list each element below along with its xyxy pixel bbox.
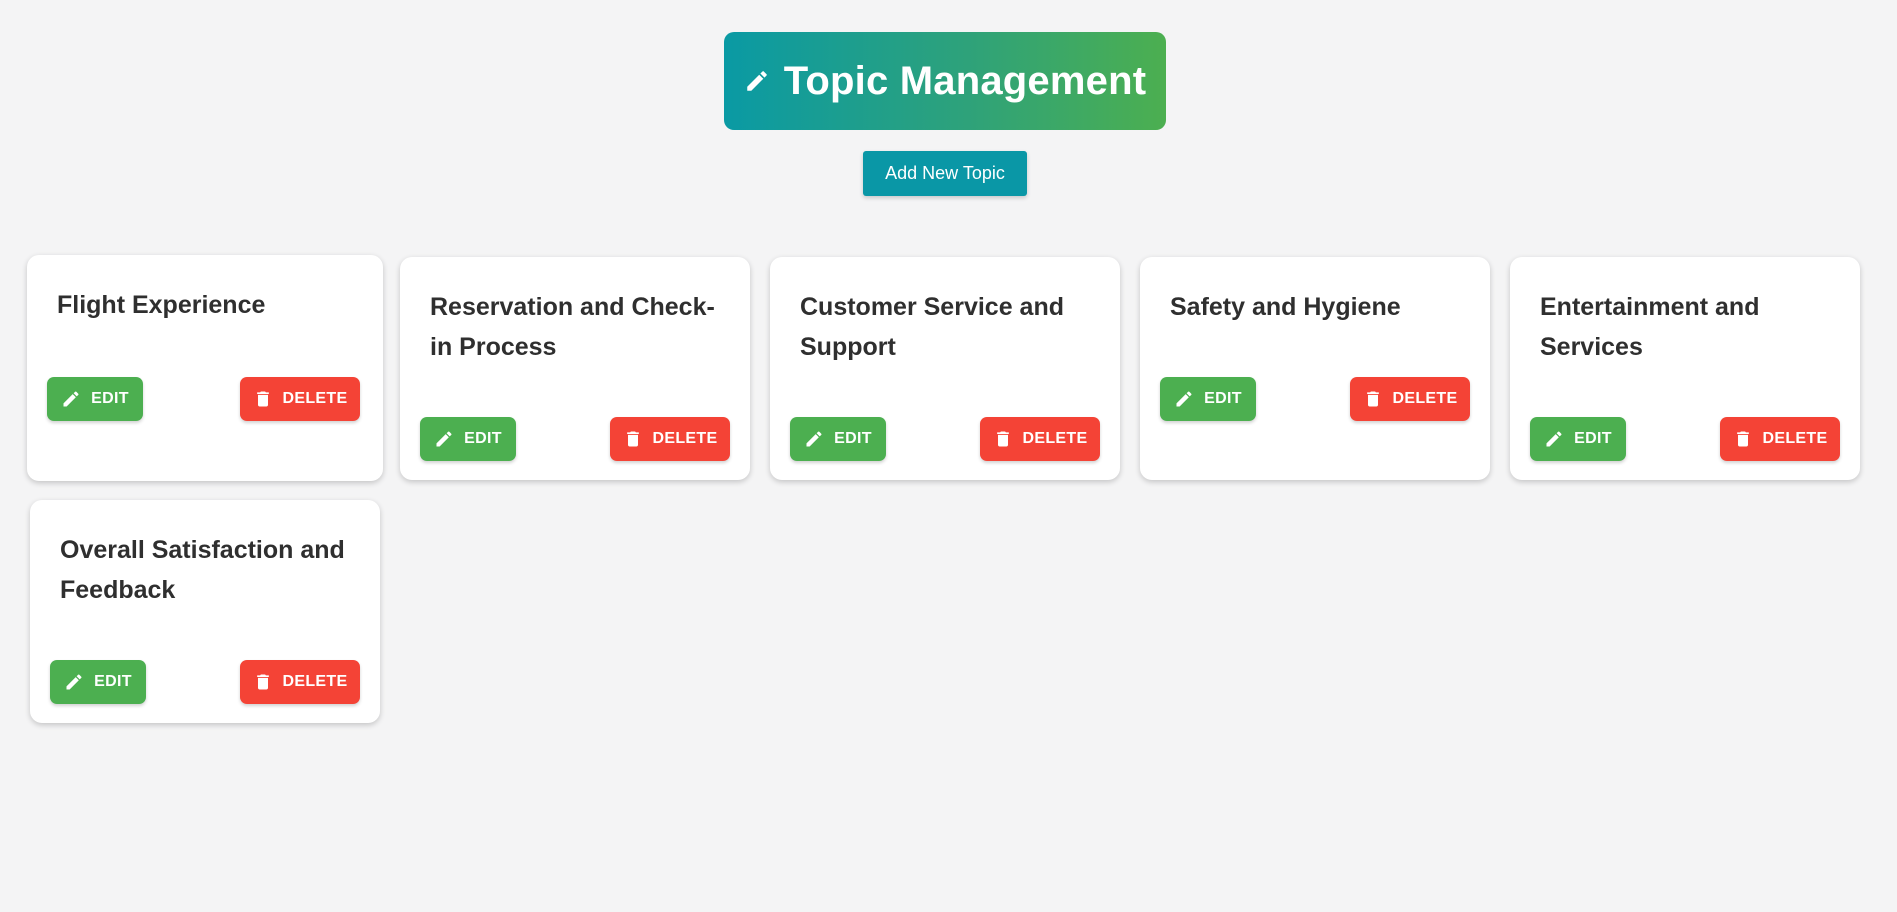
- topic-title: Safety and Hygiene: [1170, 293, 1401, 321]
- topic-card: Entertainment and Services EDIT DELETE: [1510, 257, 1860, 480]
- edit-label: EDIT: [91, 390, 129, 407]
- topic-card: Flight Experience EDIT DELETE: [27, 255, 383, 481]
- topic-title: Entertainment and Services: [1540, 293, 1760, 361]
- pencil-icon: [61, 389, 81, 409]
- pencil-icon: [1544, 429, 1564, 449]
- topic-title: Overall Satisfaction and Feedback: [60, 536, 345, 604]
- topic-title: Flight Experience: [57, 291, 266, 319]
- delete-label: DELETE: [1762, 430, 1828, 447]
- delete-label: DELETE: [652, 430, 718, 447]
- topic-card: Overall Satisfaction and Feedback EDIT D…: [30, 500, 380, 723]
- pencil-icon: [1174, 389, 1194, 409]
- edit-button[interactable]: EDIT: [1530, 417, 1626, 461]
- edit-button[interactable]: EDIT: [47, 377, 143, 421]
- delete-label: DELETE: [282, 673, 348, 690]
- add-new-topic-button[interactable]: Add New Topic: [863, 151, 1027, 196]
- pencil-icon: [434, 429, 454, 449]
- edit-label: EDIT: [1574, 430, 1612, 447]
- pencil-icon: [744, 68, 770, 94]
- delete-button[interactable]: DELETE: [610, 417, 730, 461]
- pencil-icon: [64, 672, 84, 692]
- delete-button[interactable]: DELETE: [240, 377, 360, 421]
- trash-icon: [623, 429, 643, 449]
- edit-label: EDIT: [94, 673, 132, 690]
- page-title: Topic Management: [783, 58, 1147, 103]
- delete-button[interactable]: DELETE: [980, 417, 1100, 461]
- topic-card: Customer Service and Support EDIT DELETE: [770, 257, 1120, 480]
- trash-icon: [253, 389, 273, 409]
- topic-card: Safety and Hygiene EDIT DELETE: [1140, 257, 1490, 480]
- topic-title: Customer Service and Support: [800, 293, 1064, 361]
- edit-label: EDIT: [1204, 390, 1242, 407]
- trash-icon: [1363, 389, 1383, 409]
- delete-label: DELETE: [1392, 390, 1458, 407]
- pencil-icon: [804, 429, 824, 449]
- edit-button[interactable]: EDIT: [790, 417, 886, 461]
- edit-label: EDIT: [834, 430, 872, 447]
- delete-button[interactable]: DELETE: [240, 660, 360, 704]
- trash-icon: [1733, 429, 1753, 449]
- topic-card: Reservation and Check-in Process EDIT DE…: [400, 257, 750, 480]
- trash-icon: [993, 429, 1013, 449]
- delete-button[interactable]: DELETE: [1350, 377, 1470, 421]
- edit-button[interactable]: EDIT: [420, 417, 516, 461]
- edit-label: EDIT: [464, 430, 502, 447]
- delete-label: DELETE: [1022, 430, 1088, 447]
- delete-button[interactable]: DELETE: [1720, 417, 1840, 461]
- page-title-banner: Topic Management: [724, 32, 1166, 130]
- trash-icon: [253, 672, 273, 692]
- topic-title: Reservation and Check-in Process: [430, 293, 715, 361]
- edit-button[interactable]: EDIT: [1160, 377, 1256, 421]
- edit-button[interactable]: EDIT: [50, 660, 146, 704]
- delete-label: DELETE: [282, 390, 348, 407]
